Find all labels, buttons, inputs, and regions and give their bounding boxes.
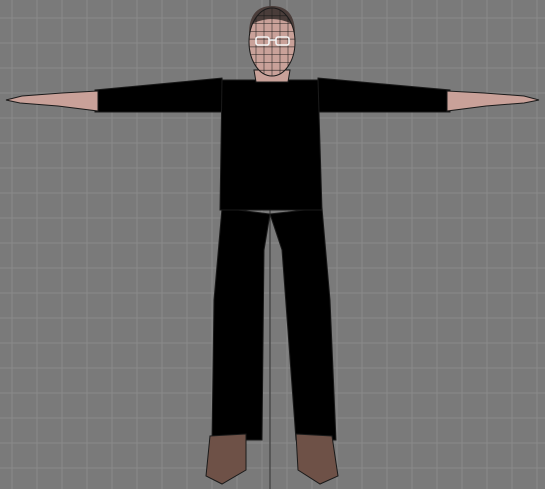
viewport-canvas[interactable]: [0, 0, 545, 489]
3d-viewport[interactable]: [0, 0, 545, 489]
